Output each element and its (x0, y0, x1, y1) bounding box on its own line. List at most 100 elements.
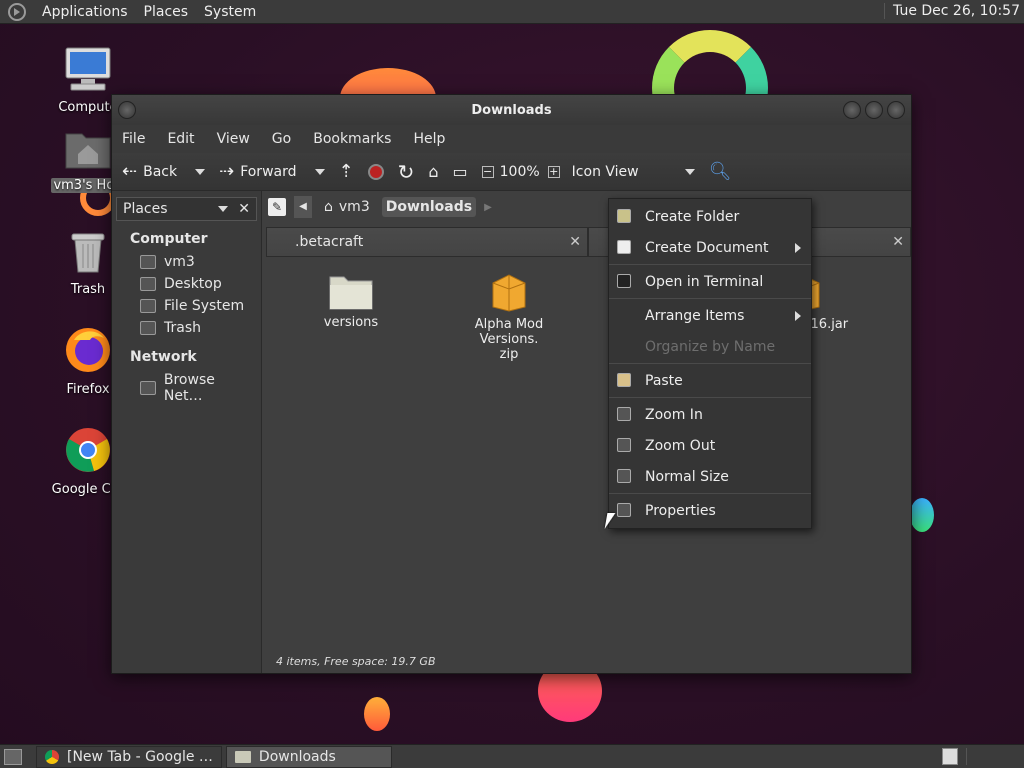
terminal-icon (617, 274, 631, 288)
crumb-downloads[interactable]: Downloads (381, 197, 477, 217)
desktop-icon (140, 277, 156, 291)
sidebar: Places ✕ Computer vm3 Desktop File Syste… (112, 191, 262, 673)
stop-icon[interactable] (367, 163, 384, 180)
ctx-label: Zoom In (645, 406, 703, 423)
menu-applications[interactable]: Applications (42, 4, 128, 20)
sidebar-item-vm3[interactable]: vm3 (116, 251, 257, 273)
back-history-dropdown-icon[interactable] (195, 168, 206, 175)
crumb-vm3[interactable]: ⌂ vm3 (320, 197, 374, 217)
path-scroll-right-icon[interactable]: ▶ (484, 202, 492, 213)
search-icon[interactable]: 🔍︎ (709, 161, 732, 182)
ctx-create-folder[interactable]: Create Folder (609, 201, 811, 232)
menu-view[interactable]: View (217, 131, 250, 147)
window-titlebar[interactable]: Downloads (112, 95, 911, 125)
main-content: ✎ ◀ ⌂ vm3 Downloads ▶ .betacraft ✕ versio… (262, 191, 911, 673)
new-document-icon (617, 240, 631, 254)
ctx-normal-size[interactable]: Normal Size (609, 461, 811, 492)
status-bar: 4 items, Free space: 19.7 GB (276, 654, 436, 668)
desktop-icon-label: Trash (70, 282, 106, 297)
maximize-button[interactable] (865, 101, 883, 119)
back-label: Back (143, 163, 178, 180)
zoom-normal-icon (617, 469, 631, 483)
window-menu-icon[interactable] (118, 101, 136, 119)
forward-button[interactable]: ⇢ Forward (219, 161, 325, 182)
file-name: versions (323, 315, 379, 330)
workspace-switcher-2[interactable] (966, 748, 1016, 765)
crumb-label: vm3 (338, 199, 370, 215)
view-mode-value: Icon View (571, 163, 639, 180)
chevron-down-icon (684, 168, 695, 175)
menu-help[interactable]: Help (413, 131, 445, 147)
computer-icon (48, 46, 128, 96)
sidebar-item-label: Trash (164, 320, 201, 336)
sidebar-item-label: File System (164, 298, 245, 314)
separator (609, 264, 811, 265)
sidebar-selector[interactable]: Places ✕ (116, 197, 257, 221)
clock[interactable]: Tue Dec 26, 10:57 (884, 3, 1020, 19)
sidebar-item-trash[interactable]: Trash (116, 317, 257, 339)
task-chrome[interactable]: [New Tab - Google … (36, 745, 222, 768)
ctx-label: Zoom Out (645, 437, 716, 454)
menu-go[interactable]: Go (272, 131, 291, 147)
toolbar: ⇠ Back ⇢ Forward ⇡ ↻ ⌂ ▭ − 100% + Icon V… (112, 153, 911, 191)
separator (609, 363, 811, 364)
file-item[interactable]: Alpha Mod Versions. zip (444, 271, 574, 362)
ctx-zoom-out[interactable]: Zoom Out (609, 430, 811, 461)
sidebar-item-desktop[interactable]: Desktop (116, 273, 257, 295)
edit-location-icon[interactable]: ✎ (268, 198, 286, 216)
ctx-arrange-items[interactable]: Arrange Items (609, 300, 811, 331)
up-arrow-icon[interactable]: ⇡ (339, 161, 354, 182)
menu-places[interactable]: Places (144, 4, 189, 20)
menu-edit[interactable]: Edit (167, 131, 194, 147)
menu-file[interactable]: File (122, 131, 145, 147)
forward-arrow-icon: ⇢ (219, 161, 235, 182)
computer-icon[interactable]: ▭ (453, 162, 468, 181)
sidebar-item-label: Browse Net… (163, 372, 215, 404)
file-item[interactable]: versions (286, 271, 416, 330)
path-scroll-left-icon[interactable]: ◀ (294, 196, 312, 218)
back-button[interactable]: ⇠ Back (122, 161, 206, 182)
sidebar-selector-value: Places (123, 201, 168, 217)
show-desktop-icon[interactable] (4, 748, 22, 765)
task-downloads[interactable]: Downloads (225, 745, 392, 768)
zoom-level: 100% (499, 163, 540, 180)
zoom-in-icon[interactable]: + (547, 165, 560, 178)
close-sidebar-icon[interactable]: ✕ (238, 201, 250, 217)
ctx-create-document[interactable]: Create Document (609, 232, 811, 263)
forward-history-dropdown-icon[interactable] (314, 168, 325, 175)
package-icon (492, 274, 526, 312)
minimize-button[interactable] (843, 101, 861, 119)
ctx-properties[interactable]: Properties (609, 495, 811, 526)
desktop-icon-label: Firefox (66, 382, 110, 397)
close-icon[interactable]: ✕ (892, 234, 904, 250)
ctx-open-terminal[interactable]: Open in Terminal (609, 266, 811, 297)
close-icon[interactable]: ✕ (569, 234, 581, 250)
distro-logo-icon[interactable] (8, 2, 26, 21)
view-mode-select[interactable]: Icon View (572, 164, 695, 180)
ctx-paste[interactable]: Paste (609, 365, 811, 396)
separator (609, 397, 811, 398)
sidebar-item-browse-network[interactable]: Browse Net… (116, 369, 257, 407)
home-icon (140, 255, 156, 269)
sidebar-heading-network: Network (130, 349, 197, 365)
menu-bookmarks[interactable]: Bookmarks (313, 131, 391, 147)
menu-system[interactable]: System (204, 4, 256, 20)
desktop-icon-label: Compute (58, 100, 118, 115)
folder-icon (329, 276, 373, 310)
sidebar-item-filesystem[interactable]: File System (116, 295, 257, 317)
wallpaper-blob-teal (910, 498, 934, 532)
ctx-label: Normal Size (645, 468, 729, 485)
workspace-switcher[interactable] (942, 748, 958, 765)
ctx-zoom-in[interactable]: Zoom In (609, 399, 811, 430)
home-icon[interactable]: ⌂ (428, 162, 438, 181)
ctx-organize-by-name: Organize by Name (609, 331, 811, 362)
new-folder-icon (617, 209, 631, 223)
sidebar-item-label: vm3 (164, 254, 195, 270)
trash-icon (140, 321, 156, 335)
context-menu: Create Folder Create Document Open in Te… (608, 198, 812, 529)
submenu-arrow-icon (795, 243, 801, 253)
close-button[interactable] (887, 101, 905, 119)
pane-tab[interactable]: .betacraft ✕ (266, 227, 588, 257)
reload-icon[interactable]: ↻ (398, 160, 415, 184)
zoom-out-icon[interactable]: − (481, 165, 494, 178)
